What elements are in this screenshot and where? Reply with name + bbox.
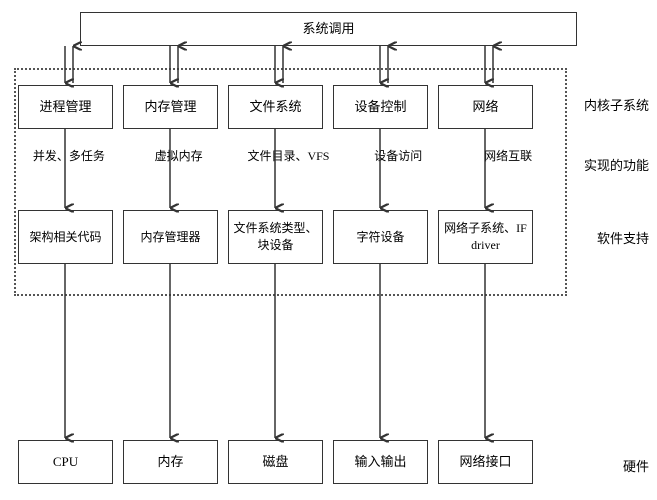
func-device: 设备访问 bbox=[351, 148, 446, 165]
func-memory: 虚拟内存 bbox=[131, 148, 226, 165]
box-filesystem: 文件系统 bbox=[228, 85, 323, 129]
box-device: 设备控制 bbox=[333, 85, 428, 129]
hw-cpu: CPU bbox=[18, 440, 113, 484]
box-memory: 内存管理 bbox=[123, 85, 218, 129]
syscall-box: 系统调用 bbox=[80, 12, 577, 46]
syscall-label: 系统调用 bbox=[302, 20, 354, 38]
software-row: 架构相关代码 内存管理器 文件系统类型、块设备 字符设备 网络子系统、IF dr… bbox=[18, 210, 563, 264]
hw-disk: 磁盘 bbox=[228, 440, 323, 484]
functions-row: 并发、多任务 虚拟内存 文件目录、VFS 设备访问 网络互联 bbox=[14, 148, 563, 165]
hw-netinterface: 网络接口 bbox=[438, 440, 533, 484]
func-process: 并发、多任务 bbox=[21, 148, 116, 165]
hw-memory: 内存 bbox=[123, 440, 218, 484]
sw-arch: 架构相关代码 bbox=[18, 210, 113, 264]
hardware-row: CPU 内存 磁盘 输入输出 网络接口 bbox=[18, 440, 563, 484]
sw-fstype: 文件系统类型、块设备 bbox=[228, 210, 323, 264]
func-network: 网络互联 bbox=[461, 148, 556, 165]
hw-io: 输入输出 bbox=[333, 440, 428, 484]
box-network: 网络 bbox=[438, 85, 533, 129]
hardware-label: 硬件 bbox=[623, 456, 649, 475]
sw-memmanager: 内存管理器 bbox=[123, 210, 218, 264]
software-label: 软件支持 bbox=[597, 228, 649, 247]
func-fs: 文件目录、VFS bbox=[241, 148, 336, 165]
sw-chardev: 字符设备 bbox=[333, 210, 428, 264]
subsystem-row: 进程管理 内存管理 文件系统 设备控制 网络 bbox=[18, 85, 563, 129]
diagram: 系统调用 内核子系统 进程管理 内存管理 文件系统 设备控制 网络 并发、多任务… bbox=[0, 0, 657, 500]
functions-label: 实现的功能 bbox=[584, 155, 649, 174]
kernel-label: 内核子系统 bbox=[584, 95, 649, 114]
sw-netstack: 网络子系统、IF driver bbox=[438, 210, 533, 264]
box-process: 进程管理 bbox=[18, 85, 113, 129]
